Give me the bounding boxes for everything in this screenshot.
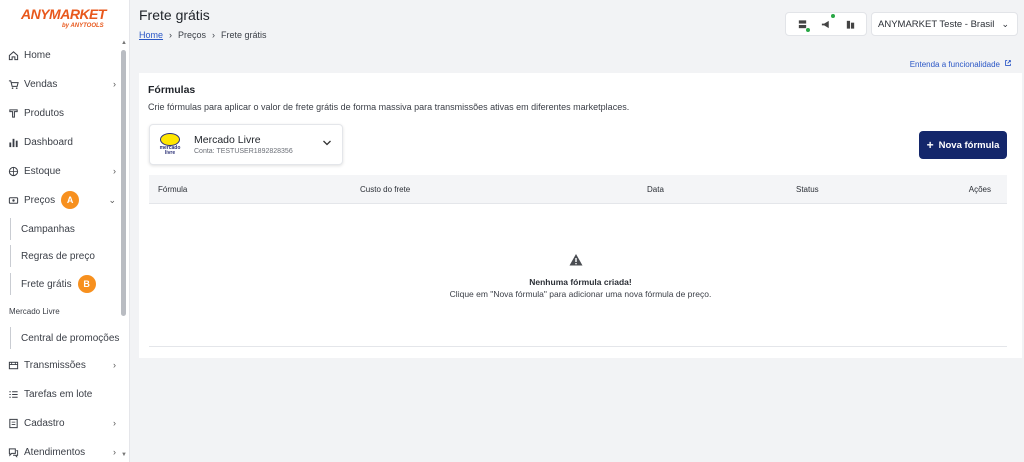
tag-icon bbox=[7, 107, 19, 119]
breadcrumb-current: Frete grátis bbox=[221, 30, 267, 40]
sidebar-item-estoque[interactable]: Estoque › bbox=[0, 160, 126, 182]
sidebar-subitem-regras-de-preco[interactable]: Regras de preço bbox=[10, 245, 95, 267]
header-tools bbox=[785, 12, 867, 36]
annotation-badge-b: B bbox=[77, 275, 96, 293]
breadcrumb-precos[interactable]: Preços bbox=[178, 30, 206, 40]
sidebar-item-label: Tarefas em lote bbox=[24, 388, 93, 400]
card-title: Fórmulas bbox=[148, 84, 196, 96]
formulas-card: Fórmulas Crie fórmulas para aplicar o va… bbox=[139, 73, 1022, 358]
sidebar-item-label: Atendimentos bbox=[24, 446, 86, 458]
chevron-down-icon: ⌄ bbox=[108, 194, 116, 205]
sidebar-item-cadastro[interactable]: Cadastro › bbox=[0, 412, 126, 434]
column-header-formula: Fórmula bbox=[158, 185, 188, 194]
chevron-right-icon: › bbox=[113, 166, 116, 176]
warning-icon bbox=[569, 254, 583, 266]
sidebar-subitem-label: Central de promoções bbox=[21, 332, 120, 344]
breadcrumb-separator-icon: › bbox=[212, 30, 216, 40]
column-header-acoes: Ações bbox=[968, 185, 991, 194]
empty-state-title: Nenhuma fórmula criada! bbox=[529, 277, 632, 287]
sidebar-item-atendimentos[interactable]: Atendimentos › bbox=[0, 441, 126, 462]
breadcrumb-home-link[interactable]: Home bbox=[139, 30, 163, 40]
chevron-right-icon: › bbox=[113, 360, 116, 370]
transmission-icon bbox=[7, 359, 19, 371]
marketplace-selector[interactable]: mercado livre Mercado Livre Conta: TESTU… bbox=[149, 124, 343, 165]
sidebar-item-transmissoes[interactable]: Transmissões › bbox=[0, 354, 126, 376]
sidebar-item-label: Home bbox=[24, 49, 51, 61]
column-header-custo-do-frete: Custo do frete bbox=[360, 185, 411, 194]
chat-icon bbox=[7, 446, 19, 458]
sidebar-item-precos[interactable]: Preços A ⌄ bbox=[0, 189, 126, 211]
sidebar-item-label: Transmissões bbox=[24, 359, 86, 371]
marketplace-name: Mercado Livre bbox=[194, 134, 261, 146]
column-header-status: Status bbox=[796, 185, 819, 194]
learn-row: Entenda a funcionalidade bbox=[139, 59, 1018, 73]
chevron-right-icon: › bbox=[113, 447, 116, 457]
chevron-right-icon: › bbox=[113, 418, 116, 428]
sidebar-subitem-campanhas[interactable]: Campanhas bbox=[10, 218, 75, 240]
table-header: Fórmula Custo do frete Data Status Ações bbox=[149, 175, 1007, 204]
sidebar-item-label: Preços bbox=[24, 194, 56, 206]
new-formula-label: Nova fórmula bbox=[938, 139, 1000, 151]
sidebar: ANYMARKET by ANYTOOLS ▲ ▼ Home Vendas › … bbox=[0, 0, 130, 462]
sidebar-item-vendas[interactable]: Vendas › bbox=[0, 73, 126, 95]
server-status-icon[interactable] bbox=[794, 16, 811, 33]
annotation-badge-a: A bbox=[61, 191, 80, 209]
price-icon bbox=[7, 194, 19, 206]
sidebar-item-label: Produtos bbox=[24, 107, 65, 119]
account-name: ANYMARKET Teste - Brasil bbox=[878, 18, 995, 30]
cart-icon bbox=[7, 78, 19, 90]
sidebar-item-label: Estoque bbox=[24, 165, 61, 177]
plus-icon: + bbox=[926, 138, 934, 152]
sidebar-group-mercado-livre: Mercado Livre bbox=[9, 307, 60, 316]
sidebar-item-label: Dashboard bbox=[24, 136, 73, 148]
chevron-down-icon: ⌄ bbox=[1001, 18, 1009, 29]
register-icon bbox=[7, 417, 19, 429]
logo-text: ANYMARKET bbox=[21, 6, 106, 22]
external-link-icon bbox=[1004, 59, 1012, 69]
box-icon bbox=[7, 165, 19, 177]
bar-chart-icon bbox=[7, 136, 19, 148]
logo-subtext: by ANYTOOLS bbox=[62, 23, 104, 29]
home-icon bbox=[7, 49, 19, 61]
account-selector[interactable]: ANYMARKET Teste - Brasil ⌄ bbox=[871, 12, 1018, 36]
mercado-livre-logo: mercado livre bbox=[158, 133, 182, 159]
breadcrumb-separator-icon: › bbox=[169, 30, 173, 40]
sidebar-item-label: Vendas bbox=[24, 78, 58, 90]
megaphone-icon[interactable] bbox=[818, 13, 836, 32]
sidebar-subitem-label: Campanhas bbox=[21, 223, 75, 235]
chevron-right-icon: › bbox=[113, 79, 116, 89]
new-formula-button[interactable]: + Nova fórmula bbox=[919, 131, 1007, 159]
building-icon[interactable] bbox=[842, 16, 858, 32]
learn-more-label: Entenda a funcionalidade bbox=[909, 59, 1000, 69]
learn-more-link[interactable]: Entenda a funcionalidade bbox=[910, 59, 1012, 69]
sidebar-subitem-label: Regras de preço bbox=[21, 250, 95, 262]
sidebar-item-produtos[interactable]: Produtos bbox=[0, 102, 126, 124]
chevron-down-icon bbox=[322, 138, 332, 150]
marketplace-account: Conta: TESTUSER1892828356 bbox=[194, 148, 293, 155]
sidebar-item-dashboard[interactable]: Dashboard bbox=[0, 131, 126, 153]
sidebar-item-label: Cadastro bbox=[24, 417, 65, 429]
table-bottom-divider bbox=[149, 346, 1007, 347]
sidebar-subitem-label: Frete grátis bbox=[21, 278, 72, 290]
list-icon bbox=[7, 388, 19, 400]
breadcrumb: Home › Preços › Frete grátis bbox=[139, 30, 267, 40]
card-description: Crie fórmulas para aplicar o valor de fr… bbox=[148, 102, 630, 112]
sidebar-item-tarefas-em-lote[interactable]: Tarefas em lote bbox=[0, 383, 126, 405]
sidebar-subitem-central-de-promocoes[interactable]: Central de promoções bbox=[10, 327, 119, 349]
anymarket-logo[interactable]: ANYMARKET by ANYTOOLS bbox=[18, 6, 113, 34]
column-header-data: Data bbox=[647, 185, 664, 194]
status-dot bbox=[805, 27, 811, 33]
sidebar-subitem-frete-gratis[interactable]: Frete grátis B bbox=[10, 273, 96, 295]
mercado-livre-logo-text: mercado livre bbox=[159, 145, 181, 156]
page-title: Frete grátis bbox=[139, 7, 210, 23]
notification-dot bbox=[830, 13, 836, 19]
empty-state-description: Clique em "Nova fórmula" para adicionar … bbox=[449, 289, 712, 299]
sidebar-item-home[interactable]: Home bbox=[0, 44, 126, 66]
